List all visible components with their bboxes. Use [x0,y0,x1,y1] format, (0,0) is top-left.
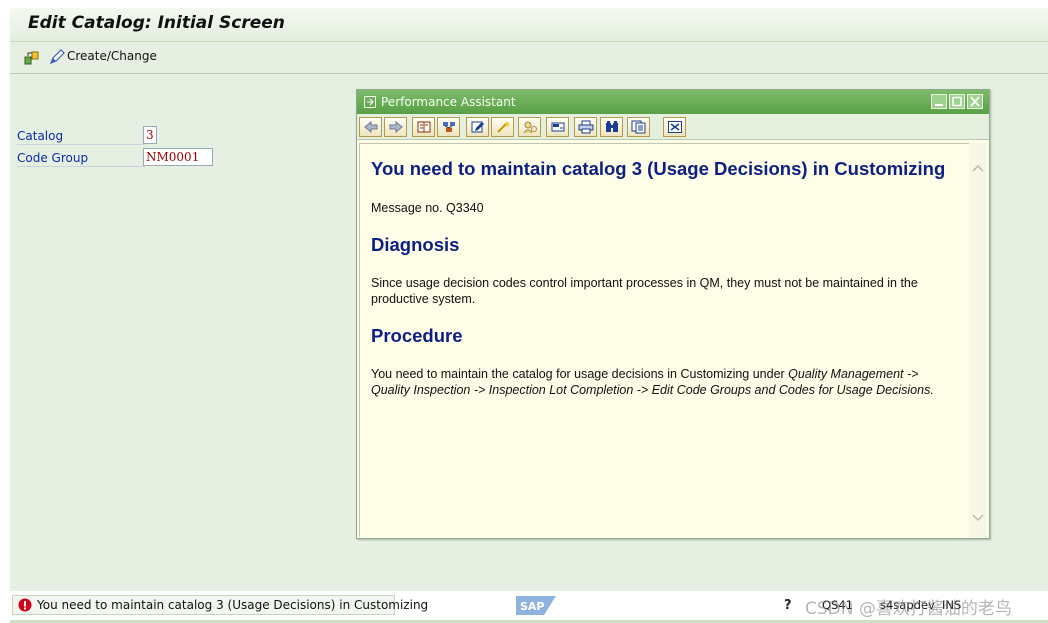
other-object-icon[interactable] [23,48,41,66]
diagnosis-text: Since usage decision codes control impor… [371,276,918,306]
status-bar: You need to maintain catalog 3 (Usage De… [10,591,1048,623]
pa-title-bar[interactable]: Performance Assistant [357,90,989,114]
catalog-label: Catalog [17,129,145,145]
application-toolbar [10,42,1048,74]
scroll-down-icon[interactable] [972,511,984,522]
error-icon [18,598,32,612]
diagnosis-heading: Diagnosis [371,234,460,255]
pa-scrollbar[interactable] [969,143,987,537]
copy-icon[interactable] [627,117,650,137]
minimize-button[interactable] [931,94,947,109]
find-icon[interactable] [600,117,623,137]
document-icon[interactable] [412,117,435,137]
structure-icon[interactable] [437,117,460,137]
procedure-text-plain: You need to maintain the catalog for usa… [371,367,789,381]
close-button[interactable] [967,94,983,109]
search-people-icon[interactable] [518,117,541,137]
watermark: CSDN @喜欢打酱油的老鸟 [805,599,1012,619]
edit-icon[interactable] [466,117,489,137]
procedure-path-1: Quality Management -> [788,367,919,381]
sap-window: Edit Catalog: Initial Screen Create/Chan… [10,8,1048,623]
print-icon[interactable] [574,117,597,137]
pa-title: Performance Assistant [381,95,516,109]
pa-content: You need to maintain catalog 3 (Usage De… [359,143,969,537]
code-group-field[interactable]: NM0001 [143,148,213,166]
back-arrow-icon[interactable] [359,117,382,137]
svg-text:?: ? [784,598,792,612]
page-title: Edit Catalog: Initial Screen [28,13,285,33]
pencil-icon[interactable] [48,48,66,66]
status-message[interactable]: You need to maintain catalog 3 (Usage De… [12,595,428,615]
magic-wand-icon[interactable] [491,117,514,137]
svg-text:SAP: SAP [520,600,545,613]
procedure-heading: Procedure [371,325,463,346]
title-bar: Edit Catalog: Initial Screen [10,8,1048,42]
catalog-field[interactable]: 3 [143,126,157,144]
performance-assistant-window: Performance Assistant You need to mainta… [356,89,990,539]
procedure-path-2: Quality Inspection -> Inspection Lot Com… [371,383,934,397]
sap-logo: SAP [516,596,556,615]
create-change-button[interactable]: Create/Change [67,49,157,63]
layout-icon[interactable] [546,117,569,137]
pa-toolbar [357,114,989,140]
help-document-icon [364,96,376,108]
pa-heading: You need to maintain catalog 3 (Usage De… [371,158,946,179]
code-group-label: Code Group [17,151,145,167]
procedure-text: You need to maintain the catalog for usa… [371,366,961,398]
maximize-button[interactable] [949,94,965,109]
scroll-up-icon[interactable] [972,161,984,172]
message-number: Message no. Q3340 [371,201,484,215]
status-message-text: You need to maintain catalog 3 (Usage De… [37,598,429,612]
forward-arrow-icon[interactable] [384,117,407,137]
help-icon[interactable]: ? [782,596,796,615]
exit-icon[interactable] [663,117,686,137]
